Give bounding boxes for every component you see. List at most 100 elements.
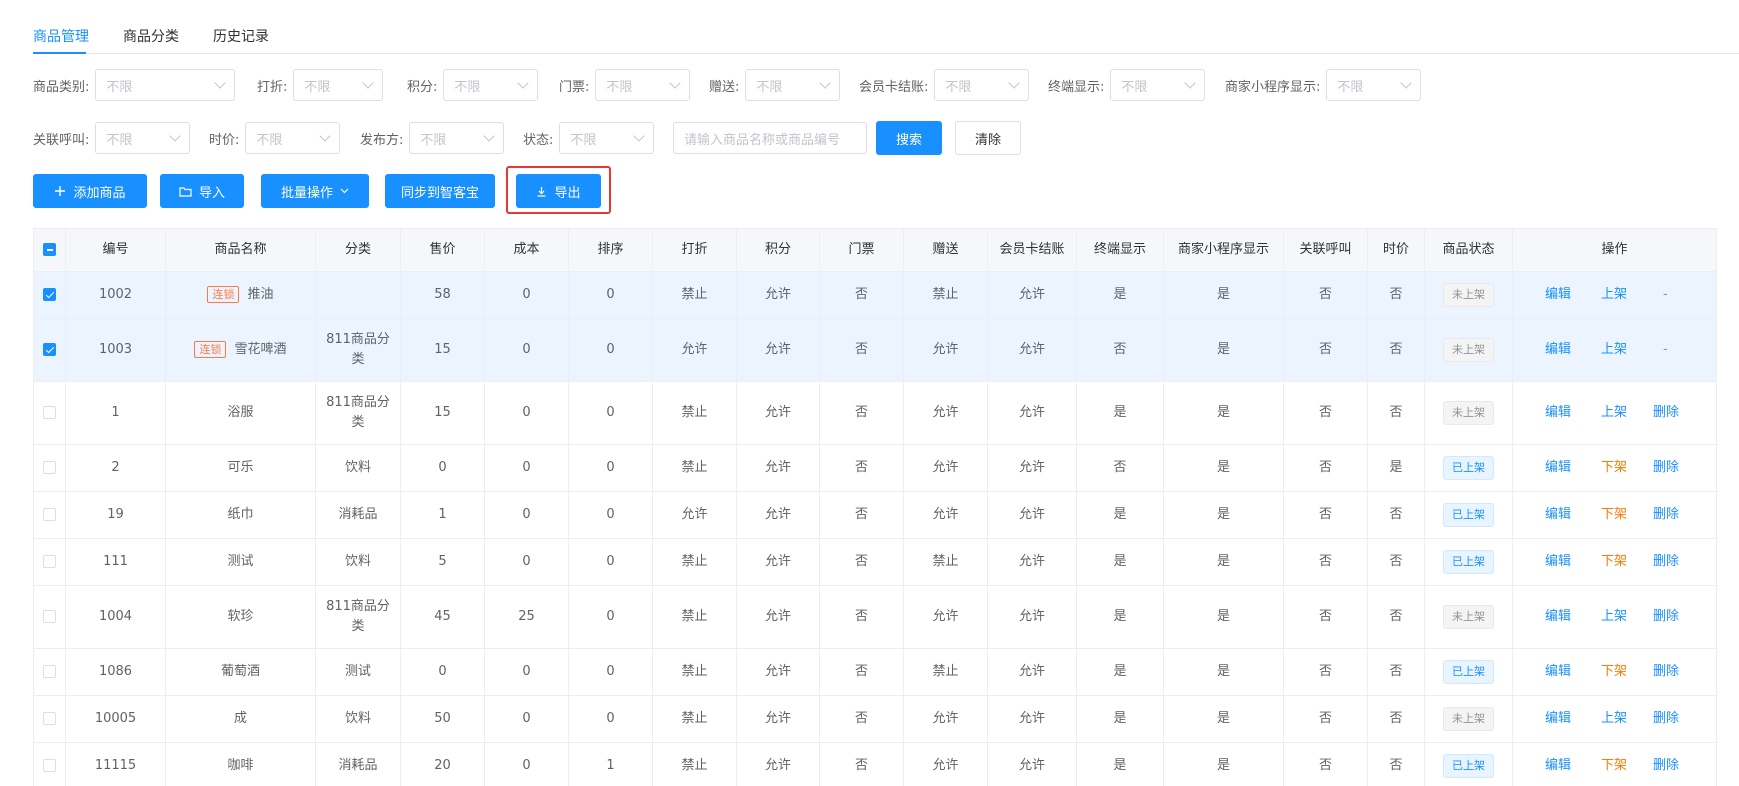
filter-ticket: 门票: 不限 — [559, 68, 691, 102]
operation-group: 编辑 下架 删除 — [1517, 552, 1712, 572]
import-label: 导入 — [198, 185, 225, 201]
toggle-shelf-link[interactable]: 上架 — [1601, 607, 1627, 627]
edit-link[interactable]: 编辑 — [1545, 709, 1571, 729]
select-all-checkbox[interactable] — [43, 243, 56, 256]
delete-link[interactable]: 删除 — [1653, 403, 1679, 423]
row-checkbox[interactable] — [43, 343, 56, 356]
delete-link[interactable]: 删除 — [1653, 552, 1679, 572]
row-checkbox[interactable] — [43, 508, 56, 521]
edit-link[interactable]: 编辑 — [1545, 662, 1571, 682]
filter-call: 关联呼叫: 不限 — [33, 121, 191, 155]
row-checkbox[interactable] — [43, 759, 56, 772]
product-type-select[interactable]: 不限 — [95, 69, 236, 101]
keyword-search-input[interactable]: 请输入商品名称或商品编号 — [673, 122, 867, 154]
toggle-shelf-link[interactable]: 下架 — [1601, 756, 1627, 776]
edit-link[interactable]: 编辑 — [1545, 340, 1571, 360]
table-row: 111 测试 饮料 5 0 0 禁止 允许否禁止 允许是是否否已上架 编辑 下架 删除 — [33, 538, 1717, 586]
edit-link[interactable]: 编辑 — [1545, 505, 1571, 525]
cell-operations: 编辑 下架 删除 — [1512, 742, 1717, 786]
toggle-shelf-link[interactable]: 下架 — [1601, 458, 1627, 478]
edit-link[interactable]: 编辑 — [1545, 285, 1571, 305]
delete-link[interactable]: 删除 — [1653, 505, 1679, 525]
toggle-shelf-link[interactable]: 上架 — [1601, 340, 1627, 360]
plus-icon — [54, 185, 66, 197]
edit-link[interactable]: 编辑 — [1545, 458, 1571, 478]
delete-link[interactable]: 删除 — [1653, 607, 1679, 627]
table-row: 2 可乐 饮料 0 0 0 禁止 允许否允许 允许否是否是已上架 编辑 下架 删除 — [33, 444, 1717, 492]
import-button[interactable]: 导入 — [160, 174, 244, 208]
cell-name: 可乐 — [165, 444, 316, 492]
tab-history[interactable]: 历史记录 — [213, 27, 269, 47]
cell-miniprogram: 是 — [1163, 742, 1284, 786]
cell-miniprogram: 是 — [1163, 444, 1284, 492]
delete-link[interactable]: 删除 — [1653, 458, 1679, 478]
add-product-button[interactable]: 添加商品 — [33, 174, 147, 208]
cell-cost: 0 — [484, 648, 569, 696]
status-badge: 已上架 — [1443, 550, 1494, 574]
row-select-cell — [33, 444, 66, 492]
row-checkbox[interactable] — [43, 610, 56, 623]
row-checkbox[interactable] — [43, 461, 56, 474]
edit-link[interactable]: 编辑 — [1545, 607, 1571, 627]
cell-discount: 禁止 — [652, 742, 737, 786]
status-badge: 未上架 — [1443, 401, 1494, 425]
row-checkbox[interactable] — [43, 555, 56, 568]
delete-link[interactable]: 删除 — [1653, 662, 1679, 682]
points-select[interactable]: 不限 — [443, 69, 539, 101]
col-header: 时价 — [1367, 228, 1425, 272]
row-checkbox[interactable] — [43, 665, 56, 678]
row-checkbox[interactable] — [43, 406, 56, 419]
export-button[interactable]: 导出 — [516, 174, 601, 208]
batch-operation-label: 批量操作 — [280, 185, 333, 201]
batch-operation-button[interactable]: 批量操作 — [261, 174, 369, 208]
timeprice-select[interactable]: 不限 — [245, 122, 341, 154]
cell-cost: 0 — [484, 318, 569, 382]
cell-discount: 禁止 — [652, 381, 737, 445]
clear-button[interactable]: 清除 — [955, 121, 1021, 155]
cell-timeprice: 否 — [1367, 538, 1425, 586]
toggle-shelf-link[interactable]: 上架 — [1601, 285, 1627, 305]
edit-link[interactable]: 编辑 — [1545, 552, 1571, 572]
cell-call: 否 — [1283, 318, 1368, 382]
call-select[interactable]: 不限 — [95, 122, 191, 154]
status-badge: 未上架 — [1443, 283, 1494, 307]
row-checkbox[interactable] — [43, 712, 56, 725]
cell-ticket: 否 — [819, 381, 904, 445]
toggle-shelf-link[interactable]: 下架 — [1601, 662, 1627, 682]
cell-sort: 0 — [568, 585, 653, 649]
filter-label: 终端显示: — [1048, 79, 1105, 95]
member-card-select[interactable]: 不限 — [934, 69, 1030, 101]
delete-link[interactable]: 删除 — [1653, 709, 1679, 729]
cell-sort: 1 — [568, 742, 653, 786]
operation-group: 编辑 下架 删除 — [1517, 662, 1712, 682]
miniprogram-select[interactable]: 不限 — [1326, 69, 1422, 101]
cell-name: 成 — [165, 695, 316, 743]
status-select[interactable]: 不限 — [559, 122, 655, 154]
edit-link[interactable]: 编辑 — [1545, 756, 1571, 776]
terminal-select[interactable]: 不限 — [1110, 69, 1206, 101]
tab-product-category[interactable]: 商品分类 — [123, 27, 179, 47]
category-text: 811商品分类 — [326, 332, 390, 367]
gift-select[interactable]: 不限 — [745, 69, 841, 101]
cell-id: 1002 — [65, 271, 166, 319]
toggle-shelf-link[interactable]: 下架 — [1601, 505, 1627, 525]
search-button[interactable]: 搜索 — [876, 121, 942, 155]
select-value: 不限 — [420, 132, 447, 148]
operation-group: 编辑 上架 - — [1517, 285, 1712, 305]
edit-link[interactable]: 编辑 — [1545, 403, 1571, 423]
delete-link[interactable]: 删除 — [1653, 756, 1679, 776]
chevron-down-icon — [517, 77, 530, 89]
active-tab-indicator — [33, 52, 86, 54]
filter-product-type: 商品类别: 不限 — [33, 68, 236, 102]
row-checkbox[interactable] — [43, 288, 56, 301]
cell-status: 已上架 — [1424, 742, 1513, 786]
sync-zhikebao-button[interactable]: 同步到智客宝 — [385, 174, 495, 208]
toggle-shelf-link[interactable]: 上架 — [1601, 403, 1627, 423]
publisher-select[interactable]: 不限 — [409, 122, 505, 154]
discount-select[interactable]: 不限 — [293, 69, 384, 101]
toggle-shelf-link[interactable]: 下架 — [1601, 552, 1627, 572]
toggle-shelf-link[interactable]: 上架 — [1601, 709, 1627, 729]
ticket-select[interactable]: 不限 — [595, 69, 691, 101]
tab-product-management[interactable]: 商品管理 — [33, 27, 89, 47]
col-header: 编号 — [65, 228, 166, 272]
